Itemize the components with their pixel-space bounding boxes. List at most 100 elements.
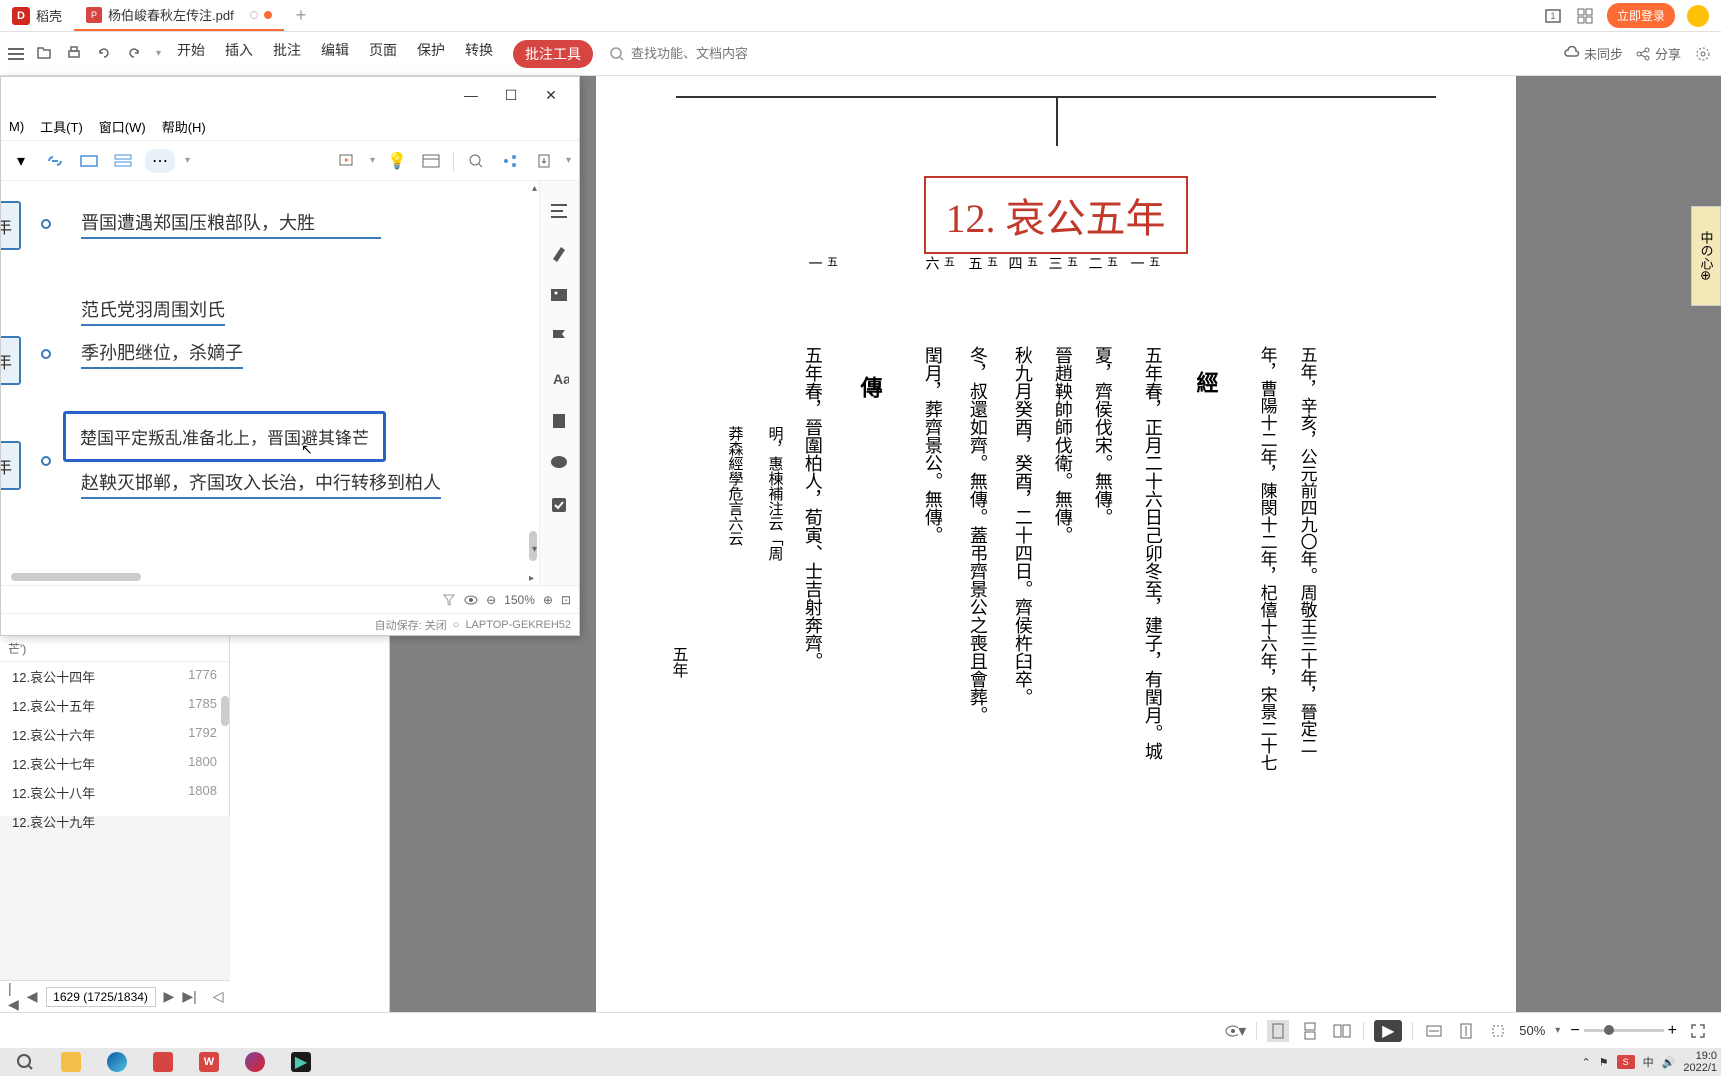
page-input[interactable] [46,987,156,1007]
play-icon[interactable] [336,149,360,173]
menu-convert[interactable]: 转换 [465,40,493,68]
scroll-thumb-h[interactable] [11,573,141,581]
image-icon[interactable] [549,285,571,307]
zoom-in-sb[interactable]: + [1668,1022,1677,1040]
flag-icon[interactable] [549,327,571,349]
taskbar-time[interactable]: 19:0 [1683,1050,1717,1062]
mm-text-5[interactable]: 赵鞅灭邯郸，齐国攻入长治，中行转移到柏人 [81,469,441,499]
outline-item[interactable]: 12.哀公十九年 [0,807,229,836]
zoom-fit-button[interactable]: ⊡ [561,593,571,607]
outline-item[interactable]: 12.哀公十七年1800 [0,749,229,778]
minimize-button[interactable]: — [451,80,491,110]
outline-item[interactable]: 12.哀公十五年1785 [0,691,229,720]
outline-item[interactable]: 12.哀公十八年1808 [0,778,229,807]
redo-icon[interactable] [126,45,144,63]
dropdown-icon-2[interactable]: ▾ [185,155,190,166]
taskbar-app4[interactable]: ▶ [280,1049,322,1075]
taskbar-search[interactable] [4,1049,46,1075]
crop-icon[interactable] [1487,1020,1509,1042]
last-page-button[interactable]: ▶| [182,988,196,1005]
app-logo[interactable]: D 稻壳 [0,6,74,25]
dropdown-icon[interactable]: ▾ [156,48,161,59]
tab-pdf[interactable]: P 杨伯峻春秋左传注.pdf [74,0,284,31]
taskbar-date[interactable]: 2022/1 [1683,1062,1717,1074]
tray-icon-1[interactable]: ⌃ [1582,1056,1591,1069]
close-button[interactable]: ✕ [531,80,571,110]
taskbar-explorer[interactable] [50,1049,92,1075]
layout-tool-icon[interactable] [419,149,443,173]
continuous-icon[interactable] [1299,1020,1321,1042]
tray-icon-flag[interactable]: ⚑ [1599,1056,1609,1069]
avatar-icon[interactable] [1687,5,1709,27]
login-button[interactable]: 立即登录 [1607,3,1675,28]
mm-text-2[interactable]: 范氏党羽周围刘氏 [81,296,225,326]
zoom-in-button[interactable]: ⊕ [543,593,553,607]
eye-icon[interactable] [464,593,478,607]
menu-page[interactable]: 页面 [369,40,397,68]
menu-window[interactable]: 窗口(W) [99,117,146,136]
menu-start[interactable]: 开始 [177,40,205,68]
menu-tools[interactable]: 工具(T) [40,117,83,136]
mm-node-year2[interactable]: 年 [1,336,21,385]
fullscreen-icon[interactable] [1687,1020,1709,1042]
mm-node-selected[interactable]: 楚国平定叛乱准备北上，晋国避其锋芒 [63,411,386,462]
tool-icon-1[interactable]: ▾ [9,149,33,173]
first-page-button[interactable]: |◀ [8,980,19,1013]
taskbar-app1[interactable] [142,1049,184,1075]
filter-icon[interactable] [442,593,456,607]
single-page-icon[interactable] [1267,1020,1289,1042]
mm-node-year1[interactable]: 年 [1,201,21,250]
ime-icon[interactable]: S [1617,1055,1635,1069]
menu-annotation-tools[interactable]: 批注工具 [513,40,593,68]
zoom-out-sb[interactable]: − [1570,1022,1579,1040]
fit-page-icon[interactable] [1455,1020,1477,1042]
maximize-button[interactable]: ☐ [491,80,531,110]
menu-icon[interactable] [8,48,24,60]
undo-icon[interactable] [96,45,114,63]
tray-keyboard-icon[interactable]: 中 [1643,1054,1654,1070]
export-icon[interactable] [532,149,556,173]
search-input[interactable] [631,46,831,61]
more-icon[interactable]: ⋯ [145,149,175,173]
outline-icon[interactable] [549,201,571,223]
taskbar-app3[interactable] [234,1049,276,1075]
side-tab[interactable]: 中の心⊕ [1691,206,1721,306]
nav-back-button[interactable]: ◁ [213,988,224,1005]
tool-icon-3[interactable] [77,149,101,173]
bulb-icon[interactable]: 💡 [385,149,409,173]
outline-scrollbar[interactable] [221,696,229,726]
comment-icon[interactable] [549,453,571,475]
outline-item[interactable]: 12.哀公十六年1792 [0,720,229,749]
scrollbar-vertical[interactable]: ▴ ▾ [527,181,539,585]
print-icon[interactable] [66,45,84,63]
two-page-icon[interactable] [1331,1020,1353,1042]
tool-icon-4[interactable] [111,149,135,173]
prev-page-button[interactable]: ◀ [27,988,38,1005]
zoom-slider-thumb[interactable] [1604,1025,1614,1035]
mm-text-3[interactable]: 季孙肥继位，杀嫡子 [81,339,243,369]
brush-icon[interactable] [549,243,571,265]
share-button[interactable]: 分享 [1635,44,1681,63]
open-icon[interactable] [36,45,54,63]
taskbar-edge[interactable] [96,1049,138,1075]
share-tool-icon[interactable] [498,149,522,173]
mindmap-canvas[interactable]: 年 年 年 晋国遭遇郑国压粮部队，大胜 范氏党羽周围刘氏 季孙肥继位，杀嫡子 楚… [1,181,579,585]
grid-icon[interactable] [1575,6,1595,26]
mm-text-1[interactable]: 晋国遭遇郑国压粮部队，大胜 [81,209,381,239]
menu-protect[interactable]: 保护 [417,40,445,68]
zoom-out-button[interactable]: ⊖ [486,593,496,607]
menu-m[interactable]: M) [9,119,24,134]
zoom-slider[interactable] [1584,1029,1664,1032]
slideshow-button[interactable]: ▶ [1374,1020,1402,1042]
task-icon[interactable] [549,495,571,517]
tray-volume-icon[interactable]: 🔊 [1662,1056,1676,1069]
taskbar-wps[interactable]: W [188,1049,230,1075]
settings-icon[interactable] [1693,44,1713,64]
fit-width-icon[interactable] [1423,1020,1445,1042]
add-tab-button[interactable]: + [284,5,319,26]
menu-annotate[interactable]: 批注 [273,40,301,68]
note-icon[interactable] [549,411,571,433]
menu-help[interactable]: 帮助(H) [162,117,206,136]
link-icon[interactable] [43,149,67,173]
layout-icon[interactable]: 1 [1543,6,1563,26]
